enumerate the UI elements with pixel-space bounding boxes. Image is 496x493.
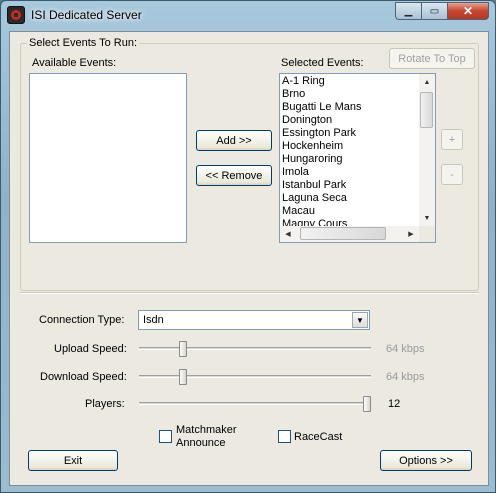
section-divider xyxy=(20,292,479,294)
chevron-down-icon[interactable]: ▼ xyxy=(352,312,368,328)
matchmaker-checkbox[interactable] xyxy=(159,430,172,443)
rotate-to-top-button[interactable]: Rotate To Top xyxy=(389,48,475,69)
list-item[interactable]: Imola xyxy=(282,166,419,179)
client-area: Select Events To Run: Available Events: … xyxy=(9,31,489,486)
title-bar[interactable]: ISI Dedicated Server ▁ ▭ ✕ xyxy=(1,1,495,29)
players-label: Players: xyxy=(85,398,125,410)
matchmaker-label-line2: Announce xyxy=(176,437,226,449)
app-logo-icon[interactable] xyxy=(7,6,25,24)
list-item[interactable]: Laguna Seca xyxy=(282,192,419,205)
scrollbar-corner xyxy=(419,226,435,242)
scroll-up-arrow-icon[interactable]: ▲ xyxy=(419,74,435,90)
upload-speed-slider[interactable] xyxy=(139,341,371,357)
events-group-title: Select Events To Run: xyxy=(27,37,140,49)
upload-speed-slider-thumb[interactable] xyxy=(179,341,187,357)
horizontal-scrollbar[interactable]: ◀ ▶ xyxy=(280,226,419,242)
scroll-right-arrow-icon[interactable]: ▶ xyxy=(403,226,419,242)
vertical-scrollbar[interactable]: ▲ ▼ xyxy=(419,74,435,226)
list-item[interactable]: Bugatti Le Mans xyxy=(282,101,419,114)
move-up-button[interactable]: + xyxy=(441,129,463,150)
upload-speed-value: 64 kbps xyxy=(386,343,425,355)
available-events-list[interactable] xyxy=(29,73,187,243)
list-item[interactable]: Essington Park xyxy=(282,127,419,140)
options-button[interactable]: Options >> xyxy=(380,450,472,471)
vertical-scroll-thumb[interactable] xyxy=(420,92,433,128)
window-title: ISI Dedicated Server xyxy=(31,8,142,22)
players-slider[interactable] xyxy=(139,396,371,412)
list-item[interactable]: Istanbul Park xyxy=(282,179,419,192)
minimize-button[interactable]: ▁ xyxy=(395,2,421,20)
upload-speed-label: Upload Speed: xyxy=(54,343,127,355)
download-speed-value: 64 kbps xyxy=(386,371,425,383)
players-slider-thumb[interactable] xyxy=(363,396,371,412)
list-item[interactable]: Brno xyxy=(282,88,419,101)
download-speed-label: Download Speed: xyxy=(40,371,127,383)
connection-type-select[interactable]: Isdn ▼ xyxy=(138,310,370,330)
racecast-label: RaceCast xyxy=(294,431,343,443)
connection-type-label: Connection Type: xyxy=(39,314,125,326)
horizontal-scroll-thumb[interactable] xyxy=(300,227,386,240)
selected-events-list[interactable]: A-1 Ring Brno Bugatti Le Mans Donington Essi… xyxy=(279,73,436,243)
scroll-down-arrow-icon[interactable]: ▼ xyxy=(419,210,435,226)
list-item[interactable]: Donington xyxy=(282,114,419,127)
caption-buttons: ▁ ▭ ✕ xyxy=(395,2,489,20)
connection-type-value: Isdn xyxy=(143,314,164,326)
download-speed-slider-thumb[interactable] xyxy=(179,369,187,385)
list-item[interactable]: Hungaroring xyxy=(282,153,419,166)
remove-event-button[interactable]: << Remove xyxy=(196,165,272,186)
app-window: ISI Dedicated Server ▁ ▭ ✕ Select Events… xyxy=(0,0,496,493)
download-speed-slider[interactable] xyxy=(139,369,371,385)
selected-events-items: A-1 Ring Brno Bugatti Le Mans Donington Essi… xyxy=(282,75,419,226)
move-down-button[interactable]: - xyxy=(441,164,463,185)
maximize-button[interactable]: ▭ xyxy=(421,2,447,20)
available-events-label: Available Events: xyxy=(32,57,117,69)
players-value: 12 xyxy=(388,398,401,410)
list-item[interactable]: Macau xyxy=(282,205,419,218)
add-event-button[interactable]: Add >> xyxy=(196,130,272,151)
list-item[interactable]: A-1 Ring xyxy=(282,75,419,88)
list-item[interactable]: Magny Cours xyxy=(282,218,419,226)
scroll-left-arrow-icon[interactable]: ◀ xyxy=(280,226,296,242)
matchmaker-label-line1: Matchmaker xyxy=(176,424,237,436)
close-button[interactable]: ✕ xyxy=(447,2,489,20)
selected-events-label: Selected Events: xyxy=(281,57,364,69)
list-item[interactable]: Hockenheim xyxy=(282,140,419,153)
racecast-checkbox[interactable] xyxy=(278,430,291,443)
exit-button[interactable]: Exit xyxy=(28,450,118,471)
